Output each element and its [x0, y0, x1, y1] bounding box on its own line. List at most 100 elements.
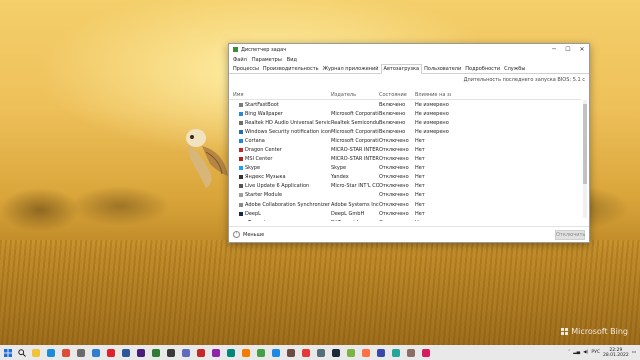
row-publisher: Microsoft Corporation [331, 137, 379, 144]
notifications-icon[interactable]: ▭ [632, 350, 636, 355]
edge-icon[interactable] [43, 345, 58, 360]
settings-icon[interactable] [73, 345, 88, 360]
table-row[interactable]: Adobe Collaboration Synchronizer 21.11Ad… [229, 200, 581, 209]
app-icon[interactable] [403, 345, 418, 360]
row-impact: Нет [415, 201, 425, 208]
table-row[interactable]: µTorrent BitTorrent Inc.ОтключеноНет [229, 218, 581, 221]
app-glyph [136, 348, 145, 357]
file-explorer-icon[interactable] [28, 345, 43, 360]
table-row[interactable]: StartFastBoot Включено Не измерено [229, 100, 581, 109]
tab-details[interactable]: Подробности [463, 65, 502, 73]
tab-app-history[interactable]: Журнал приложений [321, 65, 381, 73]
table-row[interactable]: Starter Module Отключено Нет [229, 191, 581, 200]
app-icon[interactable] [268, 345, 283, 360]
app-glyph [76, 348, 85, 357]
app-glyph [106, 348, 115, 357]
disable-button[interactable]: Отключить [555, 229, 585, 240]
scrollbar-thumb[interactable] [583, 104, 587, 184]
table-row[interactable]: Realtek HD Audio Universal Service Realte… [229, 118, 581, 127]
app-icon [239, 102, 243, 107]
app-icon[interactable] [88, 345, 103, 360]
app-icon[interactable] [148, 345, 163, 360]
app-icon[interactable] [223, 345, 238, 360]
taskbar-apps [28, 345, 433, 360]
column-publisher[interactable]: Издатель [331, 92, 379, 98]
app-icon[interactable] [388, 345, 403, 360]
table-row[interactable]: Яндекс Музыка Yandex Отключено Нет [229, 173, 581, 182]
app-icon[interactable] [193, 345, 208, 360]
column-name[interactable]: Имя [233, 92, 331, 98]
bing-watermark: Microsoft Bing [561, 327, 628, 336]
column-impact[interactable]: Влияние на за... [415, 92, 451, 98]
column-status[interactable]: Состояние [379, 92, 415, 98]
app-glyph [376, 348, 385, 357]
row-publisher: Realtek Semiconductor [331, 119, 379, 126]
app-icon[interactable] [253, 345, 268, 360]
word-icon[interactable] [118, 345, 133, 360]
app-icon[interactable] [373, 345, 388, 360]
row-name-cell: Dragon Center [239, 147, 331, 153]
row-name: Яндекс Музыка [245, 174, 286, 181]
table-row[interactable]: Windows Security notification icon Micros… [229, 127, 581, 136]
app-icon[interactable] [418, 345, 433, 360]
volume-icon[interactable]: ◀) [583, 350, 588, 355]
start-button[interactable] [0, 348, 16, 357]
table-row[interactable]: Skype Skype Отключено Нет [229, 164, 581, 173]
opera-icon[interactable] [103, 345, 118, 360]
close-icon[interactable]: ✕ [575, 46, 589, 53]
app-glyph [316, 348, 325, 357]
table-row[interactable]: Live Update 6 Application Micro-Star INT'… [229, 182, 581, 191]
chevron-up-icon[interactable]: ˄ [568, 350, 570, 355]
app-icon[interactable] [298, 345, 313, 360]
tab-processes[interactable]: Процессы [231, 65, 261, 73]
app-icon [239, 120, 243, 125]
tab-startup[interactable]: Автозагрузка [380, 64, 423, 74]
clock[interactable]: 22:29 28.01.2022 [603, 348, 629, 358]
microsoft-logo-icon [561, 328, 569, 335]
chrome-icon[interactable] [58, 345, 73, 360]
table-row[interactable]: Cortana Microsoft CorporationОтключено Нет [229, 136, 581, 145]
row-impact: Не измерено [415, 110, 449, 117]
language-indicator[interactable]: РУС [591, 350, 600, 355]
table-row[interactable]: Bing Wallpaper Microsoft CorporationВключ… [229, 109, 581, 118]
row-state: Отключено [379, 220, 415, 221]
tab-services[interactable]: Службы [502, 65, 527, 73]
row-impact: Нет [415, 210, 425, 217]
row-impact: Не измерено [415, 101, 449, 108]
app-icon[interactable] [358, 345, 373, 360]
search-button[interactable] [16, 348, 28, 357]
row-publisher: DeepL GmbH [331, 210, 365, 217]
row-publisher: BitTorrent Inc. [331, 220, 379, 221]
app-icon[interactable] [178, 345, 193, 360]
app-icon[interactable] [283, 345, 298, 360]
app-icon[interactable] [313, 345, 328, 360]
menu-view[interactable]: Вид [287, 57, 297, 63]
vertical-scrollbar[interactable] [583, 100, 587, 218]
menu-file[interactable]: Файл [233, 57, 247, 63]
row-name-cell: Cortana [239, 138, 331, 144]
menu-options[interactable]: Параметры [252, 57, 282, 63]
maximize-icon[interactable]: ☐ [561, 46, 575, 53]
network-icon[interactable]: ▂▄ [573, 350, 580, 355]
steam-icon[interactable] [328, 345, 343, 360]
app-icon[interactable] [238, 345, 253, 360]
row-name: Live Update 6 Application [245, 183, 310, 190]
table-row[interactable]: DeepL DeepL GmbH Отключено Нет [229, 209, 581, 218]
calculator-icon[interactable] [163, 345, 178, 360]
app-glyph [391, 348, 400, 357]
tab-users[interactable]: Пользователи [422, 65, 463, 73]
window-footer: ˄ Меньше Отключить [229, 226, 589, 242]
less-details-button[interactable]: ˄ Меньше [229, 231, 555, 238]
premiere-icon[interactable] [133, 345, 148, 360]
row-publisher: MICRO-STAR INTERNATI... [331, 147, 379, 154]
title-bar[interactable]: Диспетчер задач ─ ☐ ✕ [229, 44, 589, 55]
table-row[interactable]: Dragon Center MICRO-STAR INTERNATI...Откл… [229, 145, 581, 154]
row-publisher: Skype [331, 165, 347, 172]
row-impact: Нет [415, 137, 425, 144]
table-row[interactable]: MSI Center MICRO-STAR INTERNATI...Отключе… [229, 155, 581, 164]
app-icon[interactable] [208, 345, 223, 360]
app-icon[interactable] [343, 345, 358, 360]
minimize-icon[interactable]: ─ [547, 46, 561, 53]
tab-performance[interactable]: Производительность [261, 65, 321, 73]
chevron-up-icon: ˄ [233, 231, 240, 238]
